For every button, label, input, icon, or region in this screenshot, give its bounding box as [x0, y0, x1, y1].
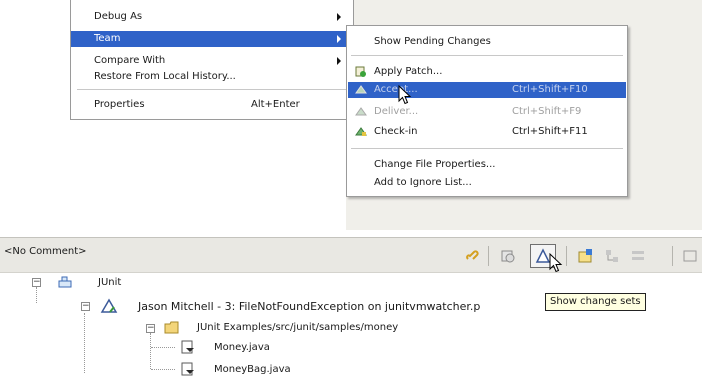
tree-guide-line	[36, 287, 37, 303]
collapse-toggle[interactable]: −	[32, 278, 41, 287]
tree-item-file[interactable]: Money.java	[214, 340, 270, 356]
pending-changes-toolbar	[0, 237, 702, 273]
menu-separator	[351, 148, 623, 149]
link-icon[interactable]	[465, 248, 481, 264]
refresh-icon[interactable]	[500, 248, 516, 264]
shortcut-label: Ctrl+Shift+F11	[512, 126, 588, 137]
menu-separator	[351, 55, 623, 56]
toolbar-separator	[566, 246, 567, 266]
tree-layout-icon[interactable]	[630, 248, 646, 264]
menu-separator	[77, 89, 349, 90]
java-file-icon	[181, 362, 194, 376]
submenu-item-accept[interactable]: Accept... Ctrl+Shift+F10	[348, 82, 626, 98]
tree-guide-line	[151, 347, 175, 348]
context-menu: Debug As Team Compare With Restore From …	[70, 0, 354, 120]
submenu-item-check-in[interactable]: Check-in Ctrl+Shift+F11	[347, 124, 627, 140]
menu-item-debug-as[interactable]: Debug As	[71, 9, 353, 25]
shortcut-label: Ctrl+Shift+F9	[512, 106, 582, 117]
check-in-icon	[355, 127, 367, 136]
submenu-item-change-file-properties[interactable]: Change File Properties...	[347, 157, 627, 173]
deliver-icon	[355, 107, 367, 116]
toolbar-separator	[488, 246, 489, 266]
mouse-cursor-icon	[398, 85, 412, 105]
toolbar-separator	[672, 246, 673, 266]
shortcut-label: Ctrl+Shift+F10	[512, 84, 588, 95]
submenu-item-show-pending-changes[interactable]: Show Pending Changes	[347, 34, 627, 50]
flat-layout-icon[interactable]	[604, 248, 620, 264]
new-folder-icon[interactable]	[578, 248, 594, 264]
comment-field[interactable]: <No Comment>	[4, 244, 87, 260]
tree-guide-line	[151, 369, 175, 370]
change-set-icon	[100, 298, 118, 313]
shortcut-label: Alt+Enter	[251, 99, 300, 110]
tooltip: Show change sets	[545, 293, 646, 311]
tree-item-root[interactable]: JUnit	[98, 275, 121, 291]
java-file-icon	[181, 340, 194, 354]
tree-item-folder[interactable]: JUnit Examples/src/junit/samples/money	[197, 320, 398, 336]
menu-item-properties[interactable]: Properties Alt+Enter	[71, 97, 353, 113]
view-menu-icon[interactable]	[682, 248, 698, 264]
submenu-item-apply-patch[interactable]: Apply Patch...	[347, 64, 627, 80]
accept-icon	[355, 85, 367, 94]
menu-item-compare-with[interactable]: Compare With	[71, 53, 353, 69]
tree-item-file[interactable]: MoneyBag.java	[214, 362, 291, 378]
tree-guide-line	[150, 333, 151, 369]
collapse-toggle[interactable]: −	[81, 302, 90, 311]
tree-guide-line	[84, 313, 85, 373]
mouse-cursor-icon	[549, 253, 563, 273]
folder-icon	[164, 321, 179, 334]
submenu-arrow-icon	[337, 13, 341, 21]
submenu-item-deliver[interactable]: Deliver... Ctrl+Shift+F9	[347, 104, 627, 120]
menu-item-restore-local-history[interactable]: Restore From Local History...	[71, 69, 353, 85]
project-icon	[58, 276, 72, 288]
submenu-item-add-to-ignore-list[interactable]: Add to Ignore List...	[347, 175, 627, 191]
team-submenu: Show Pending Changes Apply Patch... Acce…	[346, 25, 628, 197]
patch-icon	[355, 66, 366, 77]
menu-item-team[interactable]: Team	[71, 31, 353, 47]
collapse-toggle[interactable]: −	[146, 324, 155, 333]
submenu-arrow-icon	[337, 35, 341, 43]
submenu-arrow-icon	[337, 57, 341, 65]
tree-item-change-set[interactable]: Jason Mitchell - 3: FileNotFoundExceptio…	[138, 299, 480, 315]
